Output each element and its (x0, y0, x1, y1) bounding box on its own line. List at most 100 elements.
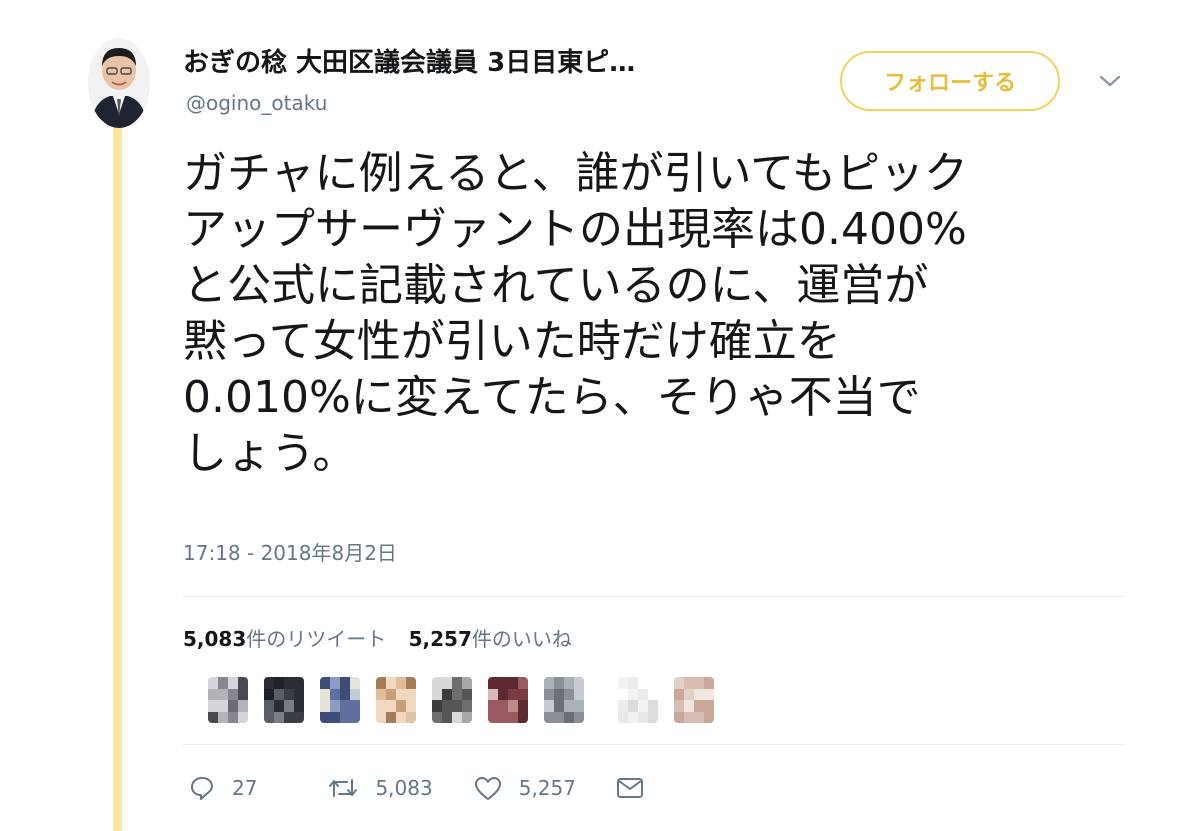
liker-avatar-pixel (238, 700, 248, 712)
liker-avatar-pixel (238, 711, 248, 723)
liker-avatar-pixel (330, 677, 340, 689)
liker-avatar-pixel (294, 688, 304, 700)
liker-avatar-pixel (648, 711, 658, 723)
liker-avatar-pixel (386, 711, 396, 723)
liker-avatar-pixel (518, 677, 528, 689)
liker-avatar-pixel (674, 700, 684, 712)
reply-button[interactable]: 27 (188, 774, 257, 802)
divider (183, 744, 1125, 745)
liker-avatar-pixel (628, 677, 638, 689)
like-stat[interactable]: 5,257件のいいね (409, 627, 572, 651)
tweet-text-line: 0.010%に変えてたら、そりゃ不当で (183, 372, 921, 423)
liker-avatar-pixel (638, 677, 648, 689)
liker-avatar-pixel (674, 677, 684, 689)
liker-avatar-pixel (574, 677, 584, 689)
liker-avatar-pixel (684, 688, 694, 700)
liker-avatar-pixel (330, 700, 340, 712)
liker-avatar-pixel (264, 711, 274, 723)
liker-avatar-pixel (294, 700, 304, 712)
liker-avatar-pixel (432, 711, 442, 723)
liker-avatar-pixel (442, 677, 452, 689)
liker-avatar-pixel (376, 700, 386, 712)
liker-avatar-pixel (648, 700, 658, 712)
liker-avatar-pixel (218, 700, 228, 712)
liker-avatar-pixel (694, 700, 704, 712)
liker-avatar-pixel (386, 700, 396, 712)
liker-avatars (208, 674, 730, 726)
liker-avatar-pixel (544, 700, 554, 712)
liker-avatar-pixel (574, 711, 584, 723)
tweet-text-line: と公式に記載されているのに、運営が (183, 260, 929, 311)
liker-avatar[interactable] (208, 677, 248, 723)
liker-avatar-pixel (238, 688, 248, 700)
liker-avatar-pixel (376, 677, 386, 689)
liker-avatar-pixel (294, 677, 304, 689)
tweet-timestamp[interactable]: 17:18 - 2018年8月2日 (183, 538, 397, 568)
retweet-icon (327, 774, 359, 802)
liker-avatar-pixel (228, 688, 238, 700)
liker-avatar-pixel (498, 700, 508, 712)
liker-avatar-pixel (208, 677, 218, 689)
liker-avatar-pixel (554, 677, 564, 689)
liker-avatar-pixel (564, 677, 574, 689)
user-handle[interactable]: @ogino_otaku (186, 90, 327, 116)
liker-avatar-pixel (544, 711, 554, 723)
liker-avatar-pixel (452, 700, 462, 712)
liker-avatar-pixel (638, 688, 648, 700)
liker-avatar-pixel (518, 711, 528, 723)
liker-avatar-pixel (284, 677, 294, 689)
liker-avatar[interactable] (264, 677, 304, 723)
liker-avatar[interactable] (674, 677, 714, 723)
liker-avatar-pixel (628, 700, 638, 712)
liker-avatar[interactable] (320, 677, 360, 723)
liker-avatar-pixel (432, 677, 442, 689)
liker-avatar[interactable] (618, 677, 658, 723)
liker-avatar-pixel (564, 711, 574, 723)
liker-avatar-pixel (648, 688, 658, 700)
liker-avatar-pixel (544, 677, 554, 689)
liker-avatar-pixel (684, 711, 694, 723)
liker-avatar-pixel (508, 700, 518, 712)
liker-avatar[interactable] (544, 677, 584, 723)
liker-avatar-pixel (406, 700, 416, 712)
liker-avatar[interactable] (376, 677, 416, 723)
liker-avatar-pixel (350, 700, 360, 712)
liker-avatar-pixel (452, 688, 462, 700)
chevron-down-icon[interactable] (1097, 68, 1123, 94)
liker-avatar-pixel (218, 711, 228, 723)
liker-avatar-pixel (508, 711, 518, 723)
liker-avatar-pixel (228, 677, 238, 689)
liker-avatar-pixel (684, 700, 694, 712)
liker-avatar-pixel (350, 677, 360, 689)
avatar[interactable] (88, 38, 150, 128)
liker-avatar-pixel (618, 711, 628, 723)
direct-message-button[interactable] (616, 776, 644, 800)
tweet-text-line: アップサーヴァントの出現率は0.400% (183, 204, 967, 255)
tweet-text-line: ガチャに例えると、誰が引いてもピック (183, 148, 968, 199)
liker-avatar-pixel (386, 677, 396, 689)
liker-avatar-pixel (432, 688, 442, 700)
liker-avatar-pixel (340, 700, 350, 712)
liker-avatar-pixel (274, 688, 284, 700)
thread-line (113, 125, 122, 831)
retweet-stat-count: 5,083 (183, 627, 247, 651)
liker-avatar-pixel (264, 700, 274, 712)
liker-avatar-pixel (208, 711, 218, 723)
like-button[interactable]: 5,257 (473, 774, 576, 802)
liker-avatar-pixel (264, 677, 274, 689)
liker-avatar-pixel (218, 688, 228, 700)
liker-avatar-pixel (396, 700, 406, 712)
liker-avatar-pixel (694, 688, 704, 700)
liker-avatar-pixel (498, 711, 508, 723)
liker-avatar-pixel (618, 677, 628, 689)
liker-avatar-pixel (574, 688, 584, 700)
display-name[interactable]: おぎの稔 大田区議会議員 3日目東ピ… (183, 46, 635, 80)
retweet-stat[interactable]: 5,083件のリツイート (183, 627, 386, 651)
liker-avatar-pixel (648, 677, 658, 689)
follow-button[interactable]: フォローする (840, 51, 1060, 111)
liker-avatar[interactable] (488, 677, 528, 723)
liker-avatar-pixel (406, 677, 416, 689)
liker-avatar-pixel (498, 688, 508, 700)
retweet-button[interactable]: 5,083 (327, 774, 433, 802)
liker-avatar[interactable] (432, 677, 472, 723)
